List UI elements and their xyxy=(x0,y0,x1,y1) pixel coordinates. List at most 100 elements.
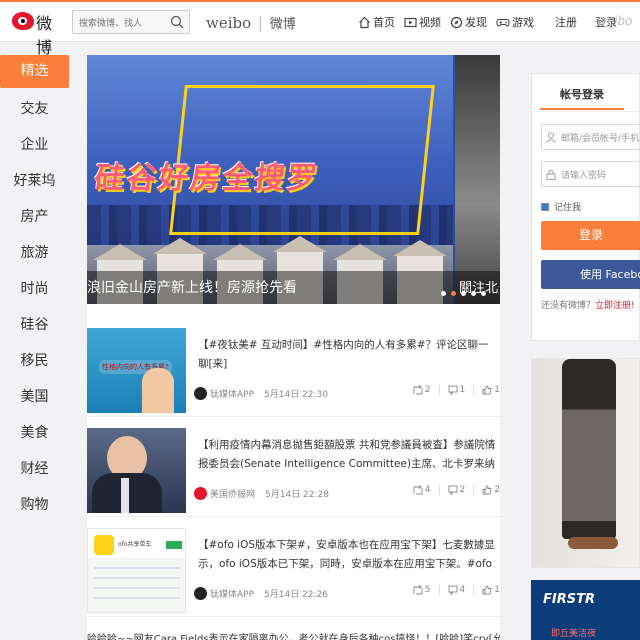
divider xyxy=(438,385,440,395)
thumb-figure xyxy=(142,368,174,413)
source-avatar-icon[interactable] xyxy=(194,586,207,600)
feed-source[interactable]: 钛媒体APP xyxy=(210,387,254,400)
feed-title[interactable]: 【利用疫情内幕消息抛售鉅額股票 共和党参議員被査】参議院情报委员会(Senate… xyxy=(198,436,498,476)
category-hollywood[interactable]: 好莱坞 xyxy=(0,163,69,199)
category-shopping[interactable]: 购物 xyxy=(0,487,69,523)
facebook-login-button[interactable]: 使用 Facebook xyxy=(541,260,640,289)
top-bar: 微博 weibo | 微博 首页 视频 发现 游戏 注册 登录 weib xyxy=(0,0,640,57)
tab-account-login[interactable]: 帐号登录 xyxy=(540,86,624,110)
source-avatar-icon[interactable] xyxy=(194,486,207,500)
repost-count: 2 xyxy=(424,385,431,395)
ad-shoes xyxy=(568,537,618,549)
comment-button[interactable]: 2 xyxy=(448,485,465,495)
feed-title[interactable]: 【#夜钛美# 互动时间】#性格内向的人有多累#？评论区聊一聊[来] xyxy=(198,336,498,374)
logo-text: 微博 xyxy=(36,14,53,57)
repost-icon xyxy=(413,385,423,395)
feed-source[interactable]: 美国侨报网 xyxy=(210,487,255,500)
nav-home[interactable]: 首页 xyxy=(358,14,395,30)
nav-discover[interactable]: 发现 xyxy=(450,14,487,30)
remember-label: 记住我 xyxy=(554,203,582,213)
like-button[interactable]: 1 xyxy=(482,585,500,595)
repost-button[interactable]: 5 xyxy=(413,585,431,595)
feed-thumbnail[interactable]: 性格内向的人有多累? xyxy=(87,328,186,413)
feed-item[interactable]: 性格内向的人有多累? 【#夜钛美# 互动时间】#性格内向的人有多累#？评论区聊一… xyxy=(87,317,500,417)
feed-thumbnail[interactable] xyxy=(87,428,186,513)
category-immigration[interactable]: 移民 xyxy=(0,343,69,379)
register-link[interactable]: 注册 xyxy=(555,14,577,30)
thumb-caption: ofo共享单车 xyxy=(118,541,152,548)
category-fashion[interactable]: 时尚 xyxy=(0,271,69,307)
banner-title: 硅谷好房全搜罗 xyxy=(92,161,321,196)
repost-icon xyxy=(413,485,423,495)
comment-button[interactable]: 4 xyxy=(448,585,465,595)
banner-carousel[interactable]: 硅谷好房全搜罗 浪旧金山房产新上线！房源抢先看 關注北美 xyxy=(87,55,500,304)
password-field[interactable]: 请输入密码 xyxy=(541,161,640,187)
category-realestate[interactable]: 房产 xyxy=(0,199,69,235)
repost-count: 4 xyxy=(424,485,431,495)
feed-item[interactable]: 【利用疫情内幕消息抛售鉅額股票 共和党参議員被査】参議院情报委员会(Senate… xyxy=(87,417,500,517)
repost-button[interactable]: 4 xyxy=(413,485,431,495)
fashion-ad[interactable] xyxy=(531,358,640,568)
brand-cn: 微博 xyxy=(269,17,296,32)
thumb-rows xyxy=(94,567,180,607)
feed-time: 5月14日 22:26 xyxy=(264,589,328,600)
login-button[interactable]: 登录 xyxy=(541,221,640,250)
comment-button[interactable]: 1 xyxy=(448,385,465,395)
category-silicon-valley[interactable]: 硅谷 xyxy=(0,307,69,343)
category-finance[interactable]: 财经 xyxy=(0,451,69,487)
carousel-dot[interactable] xyxy=(471,291,476,296)
carousel-dots xyxy=(441,291,491,296)
feed-item[interactable]: ofo共享单车 【#ofo iOS版本下架#，安卓版本也在应用宝下架】七麦數據显… xyxy=(87,517,500,617)
category-featured[interactable]: 精选 xyxy=(0,55,69,88)
comment-icon xyxy=(448,385,457,395)
repost-button[interactable]: 2 xyxy=(413,385,431,395)
feed-thumbnail[interactable]: ofo共享单车 xyxy=(87,528,186,613)
banner-caption[interactable]: 浪旧金山房产新上线！房源抢先看 xyxy=(87,277,297,297)
feed-meta: 钛媒体APP 5月14日 22:30 2 1 1 xyxy=(194,385,500,401)
search-input[interactable] xyxy=(73,13,165,35)
nav-video-label: 视频 xyxy=(419,16,441,29)
game-icon xyxy=(496,18,510,27)
remember-me[interactable]: 记住我 xyxy=(541,200,581,213)
register-now-link[interactable]: 立即注册! xyxy=(595,301,635,311)
like-button[interactable]: 1 xyxy=(482,385,500,395)
thumbs-up-icon xyxy=(482,385,492,395)
register-prompt: 还没有微博？立即注册! xyxy=(541,298,635,311)
banner-next-slide[interactable] xyxy=(455,55,500,304)
username-field[interactable]: 邮箱/会员帐号/手机号 xyxy=(541,124,640,150)
ofo-logo-icon xyxy=(94,535,114,555)
ad-subtitle: 即丘美洁夜 xyxy=(551,629,597,639)
nav-video[interactable]: 视频 xyxy=(404,14,441,30)
thumb-green-badge xyxy=(166,541,182,549)
remember-checkbox[interactable] xyxy=(541,202,549,211)
repost-icon xyxy=(413,585,423,595)
carousel-dot-active[interactable] xyxy=(451,291,456,296)
search-icon[interactable] xyxy=(169,14,185,30)
feed-source[interactable]: 钛媒体APP xyxy=(210,587,254,600)
carousel-dot[interactable] xyxy=(481,291,486,296)
discover-icon xyxy=(450,16,463,28)
password-placeholder: 请输入密码 xyxy=(561,170,607,181)
nav-game[interactable]: 游戏 xyxy=(496,14,534,30)
divider xyxy=(473,585,475,595)
category-food[interactable]: 美食 xyxy=(0,415,69,451)
feed-item-partial[interactable]: 哈哈哈~~网友Cara Fields表示在家隔离办公，老公就在身后各种cos搞怪… xyxy=(87,630,500,640)
divider xyxy=(473,485,475,495)
source-avatar-icon[interactable] xyxy=(194,386,207,400)
feed-title[interactable]: 【#ofo iOS版本下架#，安卓版本也在应用宝下架】七麦數據显示，ofo iO… xyxy=(198,536,498,576)
carousel-dot[interactable] xyxy=(461,291,466,296)
category-business[interactable]: 企业 xyxy=(0,127,69,163)
like-button[interactable]: 2 xyxy=(482,485,500,495)
category-usa[interactable]: 美国 xyxy=(0,379,69,415)
category-travel[interactable]: 旅游 xyxy=(0,235,69,271)
thumbs-up-icon xyxy=(482,585,492,595)
weibo-logo[interactable]: 微博 xyxy=(12,10,64,57)
feed-meta: 钛媒体APP 5月14日 22:26 5 4 1 xyxy=(194,585,500,601)
search-box[interactable] xyxy=(72,10,190,35)
main-feed: 硅谷好房全搜罗 浪旧金山房产新上线！房源抢先看 關注北美 性格内向的人有多累? … xyxy=(87,55,500,640)
brand-en: weibo xyxy=(206,14,252,32)
like-count: 2 xyxy=(494,485,500,495)
firstrade-ad[interactable]: FIRSTR 即丘美洁夜 xyxy=(531,580,640,640)
carousel-dot[interactable] xyxy=(441,291,446,296)
category-dating[interactable]: 交友 xyxy=(0,91,69,127)
